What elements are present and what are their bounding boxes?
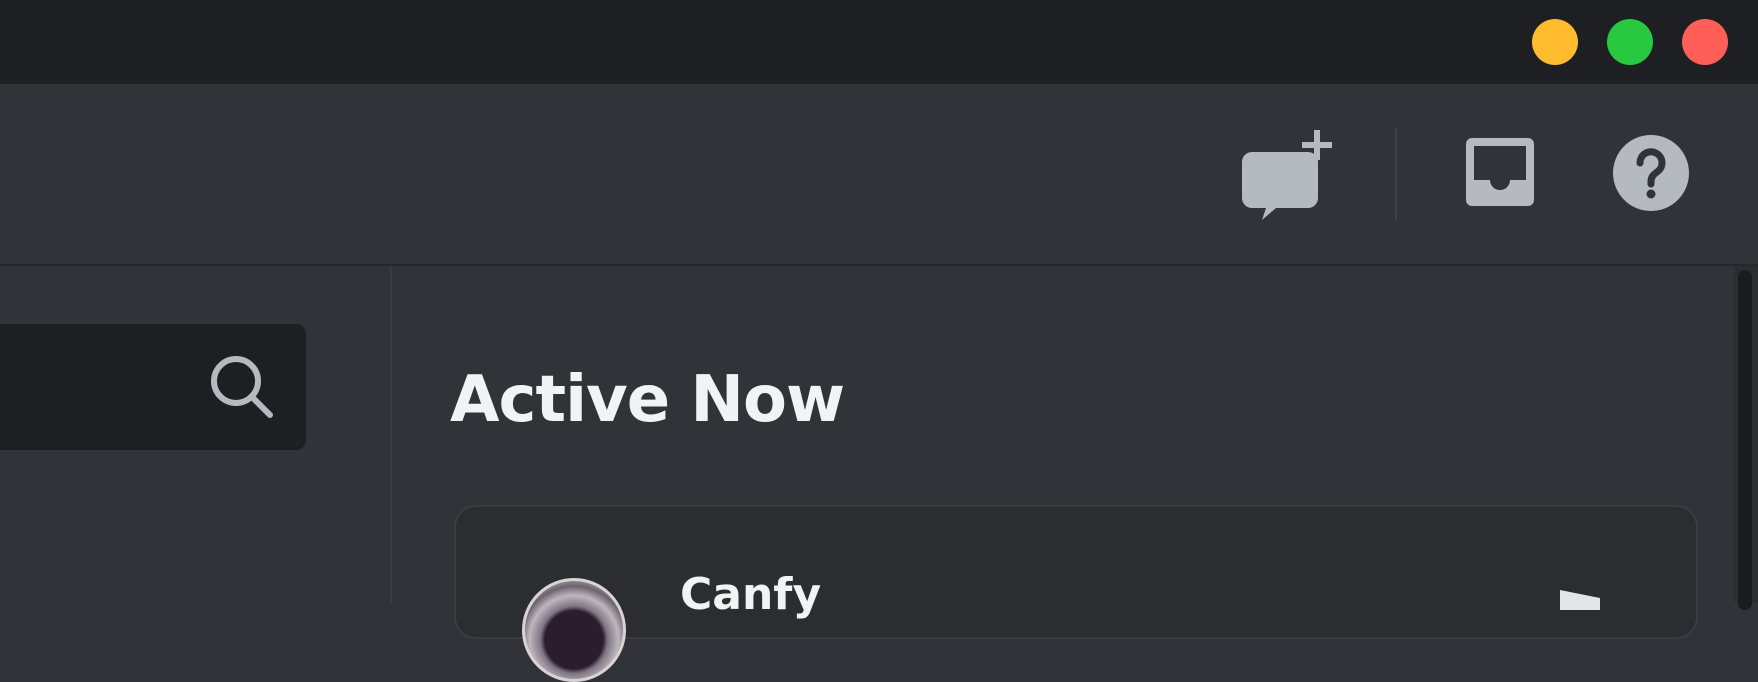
avatar[interactable] <box>522 578 626 682</box>
active-now-title: Active Now <box>450 363 845 437</box>
search-icon <box>204 349 280 425</box>
inbox-icon <box>1462 134 1538 214</box>
toolbar-divider <box>1395 128 1397 220</box>
close-window-button[interactable] <box>1682 19 1728 65</box>
maximize-window-button[interactable] <box>1607 19 1653 65</box>
active-now-card[interactable] <box>454 505 1698 639</box>
scrollbar-thumb[interactable] <box>1738 270 1752 610</box>
minimize-window-button[interactable] <box>1532 19 1578 65</box>
title-bar <box>0 0 1758 84</box>
inbox-button[interactable] <box>1462 136 1538 212</box>
new-group-dm-button[interactable] <box>1236 124 1340 224</box>
new-group-dm-icon <box>1236 122 1340 226</box>
help-icon <box>1610 132 1692 218</box>
active-user-name: Canfy <box>680 569 822 620</box>
help-button[interactable] <box>1610 134 1692 216</box>
